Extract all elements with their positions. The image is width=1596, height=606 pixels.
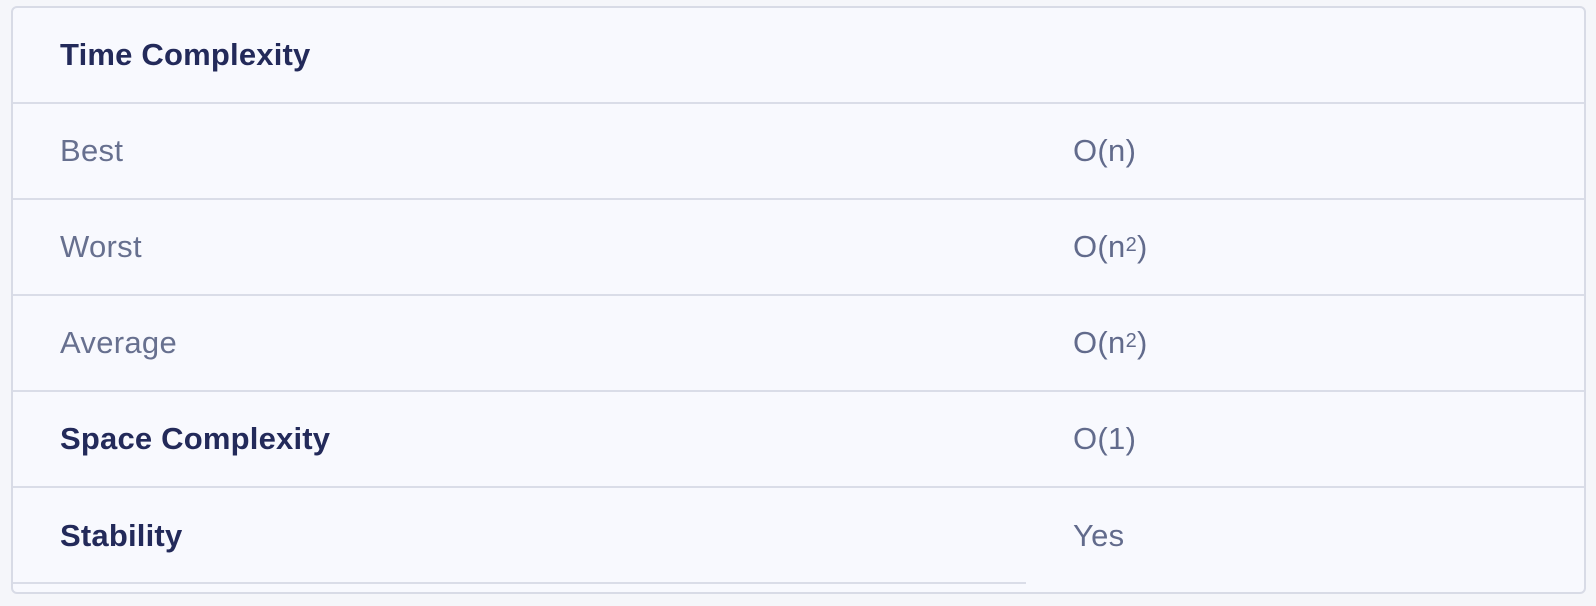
row-label: Stability (60, 518, 183, 553)
row-value: O(n 2) (1073, 229, 1148, 264)
table-row-stability: Stability Yes (13, 488, 1584, 584)
row-label: Space Complexity (60, 421, 331, 456)
row-value: O(1) (1073, 421, 1137, 456)
table-row-average: Average O(n 2) (13, 296, 1584, 392)
row-value: Yes (1073, 518, 1125, 553)
table-row-worst: Worst O(n 2) (13, 200, 1584, 296)
row-label: Best (60, 133, 124, 168)
row-label: Average (60, 325, 178, 360)
row-value: O(n) (1073, 133, 1137, 168)
complexity-table: Time Complexity Best O(n) Worst O(n 2) Av… (11, 6, 1586, 594)
table-row-space-complexity: Space Complexity O(1) (13, 392, 1584, 488)
row-divider (13, 582, 1026, 584)
table-header-row: Time Complexity (13, 8, 1584, 104)
row-value: O(n 2) (1073, 325, 1148, 360)
time-complexity-heading: Time Complexity (60, 37, 311, 72)
row-label: Worst (60, 229, 142, 264)
table-row-best: Best O(n) (13, 104, 1584, 200)
